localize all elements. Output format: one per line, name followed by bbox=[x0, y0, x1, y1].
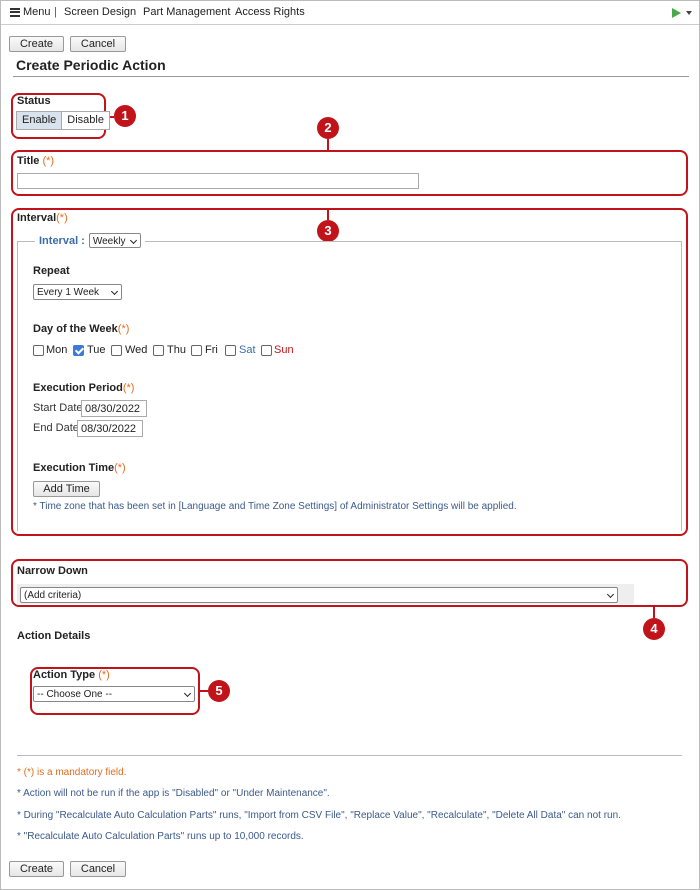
repeat-label: Repeat bbox=[33, 265, 70, 277]
note-record-limit: * "Recalculate Auto Calculation Parts" r… bbox=[17, 831, 304, 842]
notes-divider bbox=[17, 755, 682, 756]
action-type-required-mark: (*) bbox=[98, 669, 110, 681]
title-divider bbox=[13, 76, 689, 77]
interval-type-select[interactable]: Weekly bbox=[88, 233, 141, 248]
start-date-label: Start Date bbox=[33, 402, 83, 414]
repeat-value: Every 1 Week bbox=[37, 287, 100, 298]
callout-connector-5 bbox=[200, 690, 208, 692]
checkbox-tue[interactable] bbox=[73, 345, 84, 356]
checkbox-sun[interactable] bbox=[261, 345, 272, 356]
chevron-down-icon bbox=[110, 287, 119, 296]
title-label: Title (*) bbox=[17, 155, 54, 167]
interval-required-mark: (*) bbox=[56, 212, 68, 224]
action-type-label-text: Action Type bbox=[33, 669, 96, 681]
checkbox-thu[interactable] bbox=[153, 345, 164, 356]
title-input[interactable] bbox=[17, 173, 419, 189]
end-date-input[interactable] bbox=[77, 420, 143, 437]
chevron-down-icon bbox=[129, 236, 137, 245]
action-details-label: Action Details bbox=[17, 630, 91, 642]
menu-label: Menu bbox=[23, 6, 51, 18]
day-label-sun: Sun bbox=[274, 344, 294, 356]
action-type-label: Action Type (*) bbox=[33, 669, 110, 681]
nav-separator: | bbox=[54, 6, 57, 18]
action-type-value: -- Choose One -- bbox=[37, 689, 113, 700]
title-required-mark: (*) bbox=[42, 155, 55, 167]
page-title: Create Periodic Action bbox=[16, 57, 166, 73]
checkbox-fri[interactable] bbox=[191, 345, 202, 356]
execution-time-label: Execution Time(*) bbox=[33, 462, 126, 474]
nav-link-screen-design[interactable]: Screen Design bbox=[64, 6, 136, 18]
nav-link-access-rights[interactable]: Access Rights bbox=[235, 6, 305, 18]
day-label-thu: Thu bbox=[167, 344, 186, 356]
day-label-tue: Tue bbox=[87, 344, 106, 356]
narrow-down-label: Narrow Down bbox=[17, 565, 88, 577]
day-label-sat: Sat bbox=[239, 344, 256, 356]
create-button-bottom[interactable]: Create bbox=[9, 861, 64, 877]
timezone-note: * Time zone that has been set in [Langua… bbox=[33, 501, 517, 512]
start-date-input[interactable] bbox=[81, 400, 147, 417]
day-label-fri: Fri bbox=[205, 344, 218, 356]
checkbox-wed[interactable] bbox=[111, 345, 122, 356]
interval-label: Interval(*) bbox=[17, 212, 68, 224]
note-disabled-app: * Action will not be run if the app is "… bbox=[17, 788, 330, 799]
dow-label: Day of the Week(*) bbox=[33, 323, 129, 335]
action-type-select[interactable]: -- Choose One -- bbox=[33, 686, 195, 702]
dow-label-text: Day of the Week bbox=[33, 323, 118, 335]
callout-marker-5: 5 bbox=[208, 680, 230, 702]
day-label-mon: Mon bbox=[46, 344, 68, 356]
chevron-down-icon bbox=[183, 689, 192, 698]
day-label-wed: Wed bbox=[125, 344, 148, 356]
menu-button[interactable]: Menu bbox=[10, 6, 51, 18]
end-date-label: End Date bbox=[33, 422, 79, 434]
callout-marker-4: 4 bbox=[643, 618, 665, 640]
nav-link-part-management[interactable]: Part Management bbox=[143, 6, 230, 18]
execution-time-label-text: Execution Time bbox=[33, 462, 115, 474]
create-button-top[interactable]: Create bbox=[9, 36, 64, 52]
status-toggle: Enable Disable bbox=[16, 111, 110, 130]
callout-marker-2: 2 bbox=[317, 117, 339, 139]
cancel-button-bottom[interactable]: Cancel bbox=[70, 861, 126, 877]
interval-type-value: Weekly bbox=[92, 236, 126, 247]
execution-period-label-text: Execution Period bbox=[33, 382, 123, 394]
checkbox-mon[interactable] bbox=[33, 345, 44, 356]
status-label: Status bbox=[17, 95, 51, 107]
callout-connector-3 bbox=[327, 208, 329, 220]
interval-legend-label: Interval : bbox=[39, 234, 85, 247]
note-recalculate-runs: * During "Recalculate Auto Calculation P… bbox=[17, 810, 621, 821]
execution-period-required-mark: (*) bbox=[122, 382, 135, 394]
note-mandatory: * (*) is a mandatory field. bbox=[17, 767, 127, 778]
dow-required-mark: (*) bbox=[117, 323, 130, 335]
interval-legend: Interval : Weekly bbox=[35, 233, 145, 248]
add-criteria-select[interactable]: (Add criteria) bbox=[20, 587, 618, 603]
title-label-text: Title bbox=[17, 155, 40, 167]
hamburger-icon bbox=[10, 7, 20, 17]
callout-connector-4 bbox=[653, 607, 655, 618]
execution-period-label: Execution Period(*) bbox=[33, 382, 134, 394]
callout-connector-2 bbox=[327, 139, 329, 150]
repeat-select[interactable]: Every 1 Week bbox=[33, 284, 122, 300]
status-enable-option[interactable]: Enable bbox=[17, 112, 63, 129]
callout-marker-3: 3 bbox=[317, 220, 339, 242]
caret-down-icon[interactable] bbox=[686, 11, 692, 15]
top-nav: Menu | Screen Design Part Management Acc… bbox=[1, 1, 699, 25]
add-criteria-value: (Add criteria) bbox=[24, 590, 82, 601]
status-disable-option[interactable]: Disable bbox=[62, 112, 109, 129]
checkbox-sat[interactable] bbox=[225, 345, 236, 356]
cancel-button-top[interactable]: Cancel bbox=[70, 36, 126, 52]
play-icon[interactable] bbox=[672, 8, 681, 18]
execution-time-required-mark: (*) bbox=[114, 462, 126, 474]
add-time-button[interactable]: Add Time bbox=[33, 481, 100, 497]
interval-label-text: Interval bbox=[17, 212, 57, 224]
chevron-down-icon bbox=[606, 590, 615, 599]
callout-marker-1: 1 bbox=[114, 105, 136, 127]
